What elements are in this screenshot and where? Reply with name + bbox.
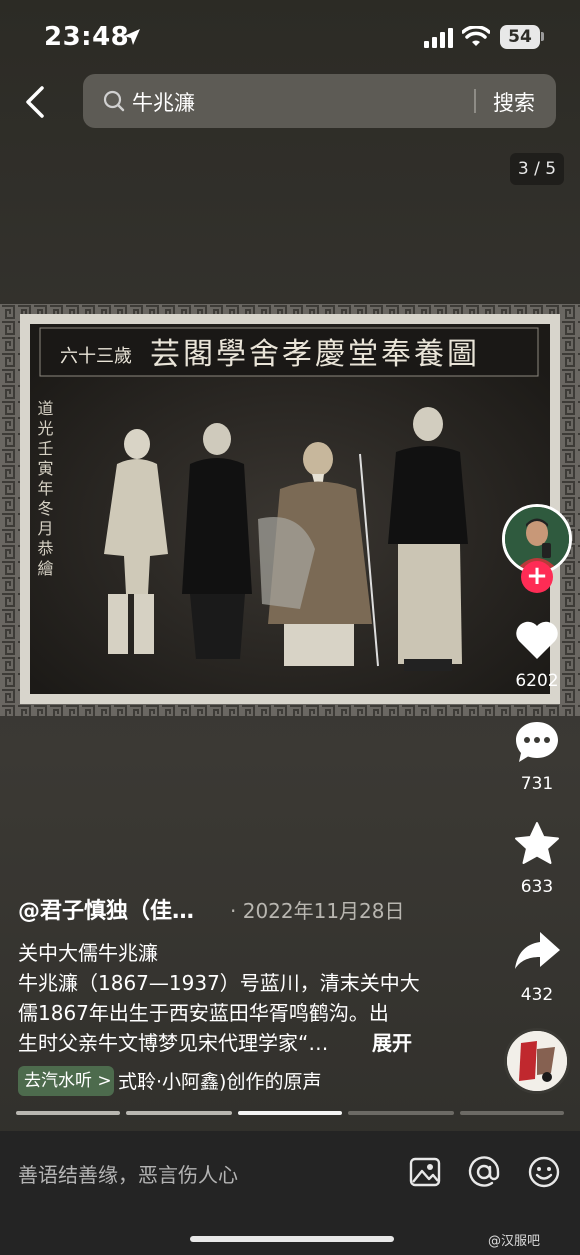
image-progress-segment	[460, 1111, 564, 1115]
back-chevron-icon[interactable]	[18, 84, 54, 120]
author-name[interactable]: @君子慎独（佳…	[18, 893, 194, 925]
emoji-icon[interactable]	[527, 1155, 561, 1189]
caption-line-1: 关中大儒牛兆濂	[18, 941, 158, 965]
image-picker-icon[interactable]	[408, 1155, 442, 1189]
like-count: 6202	[515, 671, 559, 691]
caption-line-4: 生时父亲牛文博梦见宋代理学家“…	[18, 1031, 329, 1055]
status-bar: 23:48 54	[0, 0, 580, 70]
location-arrow-icon	[124, 29, 140, 45]
photo-banner-side: 六十三歲	[60, 346, 132, 367]
favorite-star-icon[interactable]	[512, 820, 562, 870]
post-photo[interactable]: 芸閣學舍孝慶堂奉養圖 六十三歲 道光壬寅年冬月恭繪	[0, 304, 580, 716]
status-time: 23:48	[44, 22, 130, 52]
follow-plus-button[interactable]: +	[521, 561, 553, 593]
battery-level: 54	[500, 25, 540, 49]
image-page-counter: 3 / 5	[510, 153, 564, 185]
image-progress-segment	[16, 1111, 120, 1115]
home-indicator	[190, 1236, 394, 1242]
music-disc-art	[507, 1031, 567, 1091]
comment-input[interactable]: 善语结善缘，恶言伤人心	[18, 1159, 238, 1188]
share-arrow-icon[interactable]	[512, 926, 562, 976]
share-count: 432	[520, 985, 554, 1005]
image-progress-segment	[126, 1111, 232, 1115]
search-query-text: 牛兆濂	[132, 91, 195, 115]
battery-cap	[541, 32, 544, 41]
music-disc-icon[interactable]	[504, 1028, 570, 1094]
mention-at-icon[interactable]	[467, 1155, 501, 1189]
image-progress-segment	[348, 1111, 454, 1115]
wifi-icon	[462, 26, 490, 46]
search-divider	[474, 89, 476, 113]
comment-count: 731	[520, 774, 554, 794]
caption-line-3: 儒1867年出生于西安蓝田华胥鸣鹤沟。出	[18, 1001, 389, 1025]
open-music-app-button[interactable]: 去汽水听 >	[18, 1066, 114, 1096]
search-input[interactable]: 牛兆濂 搜索	[83, 74, 556, 128]
post-date: · 2022年11月28日	[230, 899, 405, 923]
music-credit[interactable]: 式聆·小阿鑫)创作的原声	[118, 1067, 321, 1094]
signal-icon	[424, 28, 453, 48]
photo-side-inscription: 道光壬寅年冬月恭繪	[35, 400, 54, 580]
image-progress-segment-active	[238, 1111, 342, 1115]
expand-caption-button[interactable]: 展开	[372, 1027, 412, 1056]
search-icon	[103, 90, 125, 112]
like-heart-icon[interactable]	[512, 615, 562, 665]
watermark: @汉服吧	[488, 1234, 541, 1249]
comment-bubble-icon[interactable]	[512, 718, 562, 768]
photo-banner-title: 芸閣學舍孝慶堂奉養圖	[150, 337, 480, 372]
favorite-count: 633	[520, 877, 554, 897]
search-button[interactable]: 搜索	[493, 87, 535, 117]
caption-line-2: 牛兆濂（1867—1937）号蓝川，清末关中大	[18, 971, 420, 995]
comment-bar: 善语结善缘，恶言伤人心 @汉服吧	[0, 1131, 580, 1255]
